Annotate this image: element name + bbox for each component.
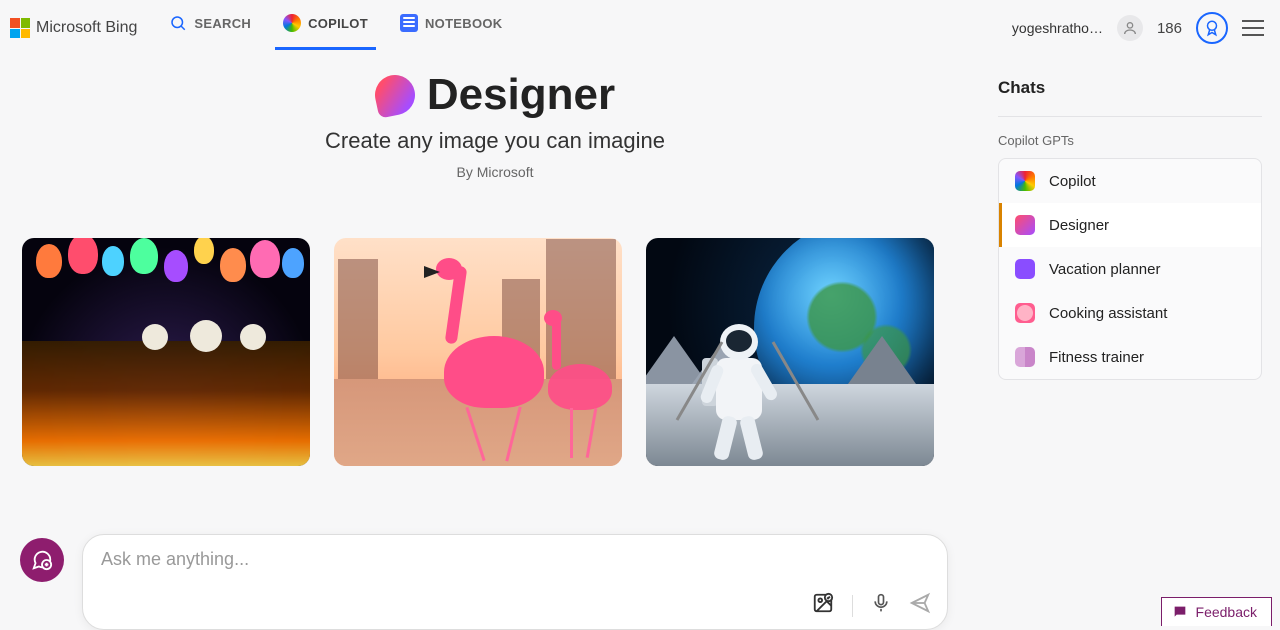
gpt-item-label: Fitness trainer: [1049, 349, 1144, 366]
hero: Designer Create any image you can imagin…: [20, 70, 970, 180]
main-content: Designer Create any image you can imagin…: [0, 56, 990, 630]
notebook-icon: [400, 14, 418, 32]
rewards-icon[interactable]: [1196, 12, 1228, 44]
page-byline: By Microsoft: [20, 164, 970, 180]
designer-icon: [1015, 215, 1035, 235]
brand-group[interactable]: Microsoft Bing: [10, 18, 137, 38]
page-subtitle: Create any image you can imagine: [20, 128, 970, 154]
brand-name: Microsoft Bing: [36, 19, 137, 37]
sidebar-chats-heading: Chats: [998, 78, 1262, 98]
suitcase-icon: [1015, 259, 1035, 279]
gpt-list: Copilot Designer Vacation planner Cookin…: [998, 158, 1262, 380]
separator: [852, 595, 853, 617]
feedback-label: Feedback: [1196, 604, 1257, 620]
username[interactable]: yogeshratho…: [1012, 20, 1103, 36]
tab-notebook-label: NOTEBOOK: [425, 16, 503, 31]
gpt-item-fitness[interactable]: Fitness trainer: [999, 335, 1261, 379]
header-tabs: SEARCH COPILOT NOTEBOOK: [167, 8, 504, 48]
gpt-item-cooking[interactable]: Cooking assistant: [999, 291, 1261, 335]
microsoft-logo-icon: [10, 18, 30, 38]
avatar-icon[interactable]: [1117, 15, 1143, 41]
gpt-item-label: Cooking assistant: [1049, 305, 1167, 322]
chat-box[interactable]: [82, 534, 948, 630]
search-icon: [169, 14, 187, 32]
tab-search-label: SEARCH: [194, 16, 251, 31]
gpt-item-designer[interactable]: Designer: [999, 203, 1261, 247]
microphone-icon[interactable]: [871, 593, 891, 618]
tab-copilot[interactable]: COPILOT: [281, 8, 370, 48]
dumbbell-icon: [1015, 347, 1035, 367]
send-icon[interactable]: [909, 592, 931, 619]
image-upload-icon[interactable]: [812, 592, 834, 619]
example-image-astronaut[interactable]: [646, 238, 934, 466]
sidebar-gpts-heading: Copilot GPTs: [998, 133, 1262, 148]
example-image-lanterns[interactable]: [22, 238, 310, 466]
top-header: Microsoft Bing SEARCH COPILOT NOTEBOOK y…: [0, 0, 1280, 56]
donut-icon: [1015, 303, 1035, 323]
chat-bar: [20, 534, 948, 630]
example-gallery: [20, 238, 970, 466]
copilot-icon: [283, 14, 301, 32]
gpt-item-copilot[interactable]: Copilot: [999, 159, 1261, 203]
gpt-item-vacation[interactable]: Vacation planner: [999, 247, 1261, 291]
tab-search[interactable]: SEARCH: [167, 8, 253, 48]
new-topic-button[interactable]: [20, 538, 64, 582]
chat-input[interactable]: [101, 549, 929, 570]
feedback-button[interactable]: Feedback: [1161, 597, 1272, 626]
gpt-item-label: Copilot: [1049, 173, 1096, 190]
rewards-points[interactable]: 186: [1157, 20, 1182, 37]
chat-tools: [812, 592, 931, 619]
tab-copilot-label: COPILOT: [308, 16, 368, 31]
gpt-item-label: Designer: [1049, 217, 1109, 234]
designer-logo-icon: [371, 71, 418, 118]
page-title: Designer: [427, 70, 615, 120]
tab-notebook[interactable]: NOTEBOOK: [398, 8, 505, 48]
gpt-item-label: Vacation planner: [1049, 261, 1160, 278]
example-image-flamingo[interactable]: [334, 238, 622, 466]
menu-icon[interactable]: [1242, 20, 1264, 36]
header-right: yogeshratho… 186: [1012, 12, 1270, 44]
sidebar: Chats Copilot GPTs Copilot Designer Vaca…: [990, 56, 1280, 630]
copilot-icon: [1015, 171, 1035, 191]
divider: [998, 116, 1262, 117]
